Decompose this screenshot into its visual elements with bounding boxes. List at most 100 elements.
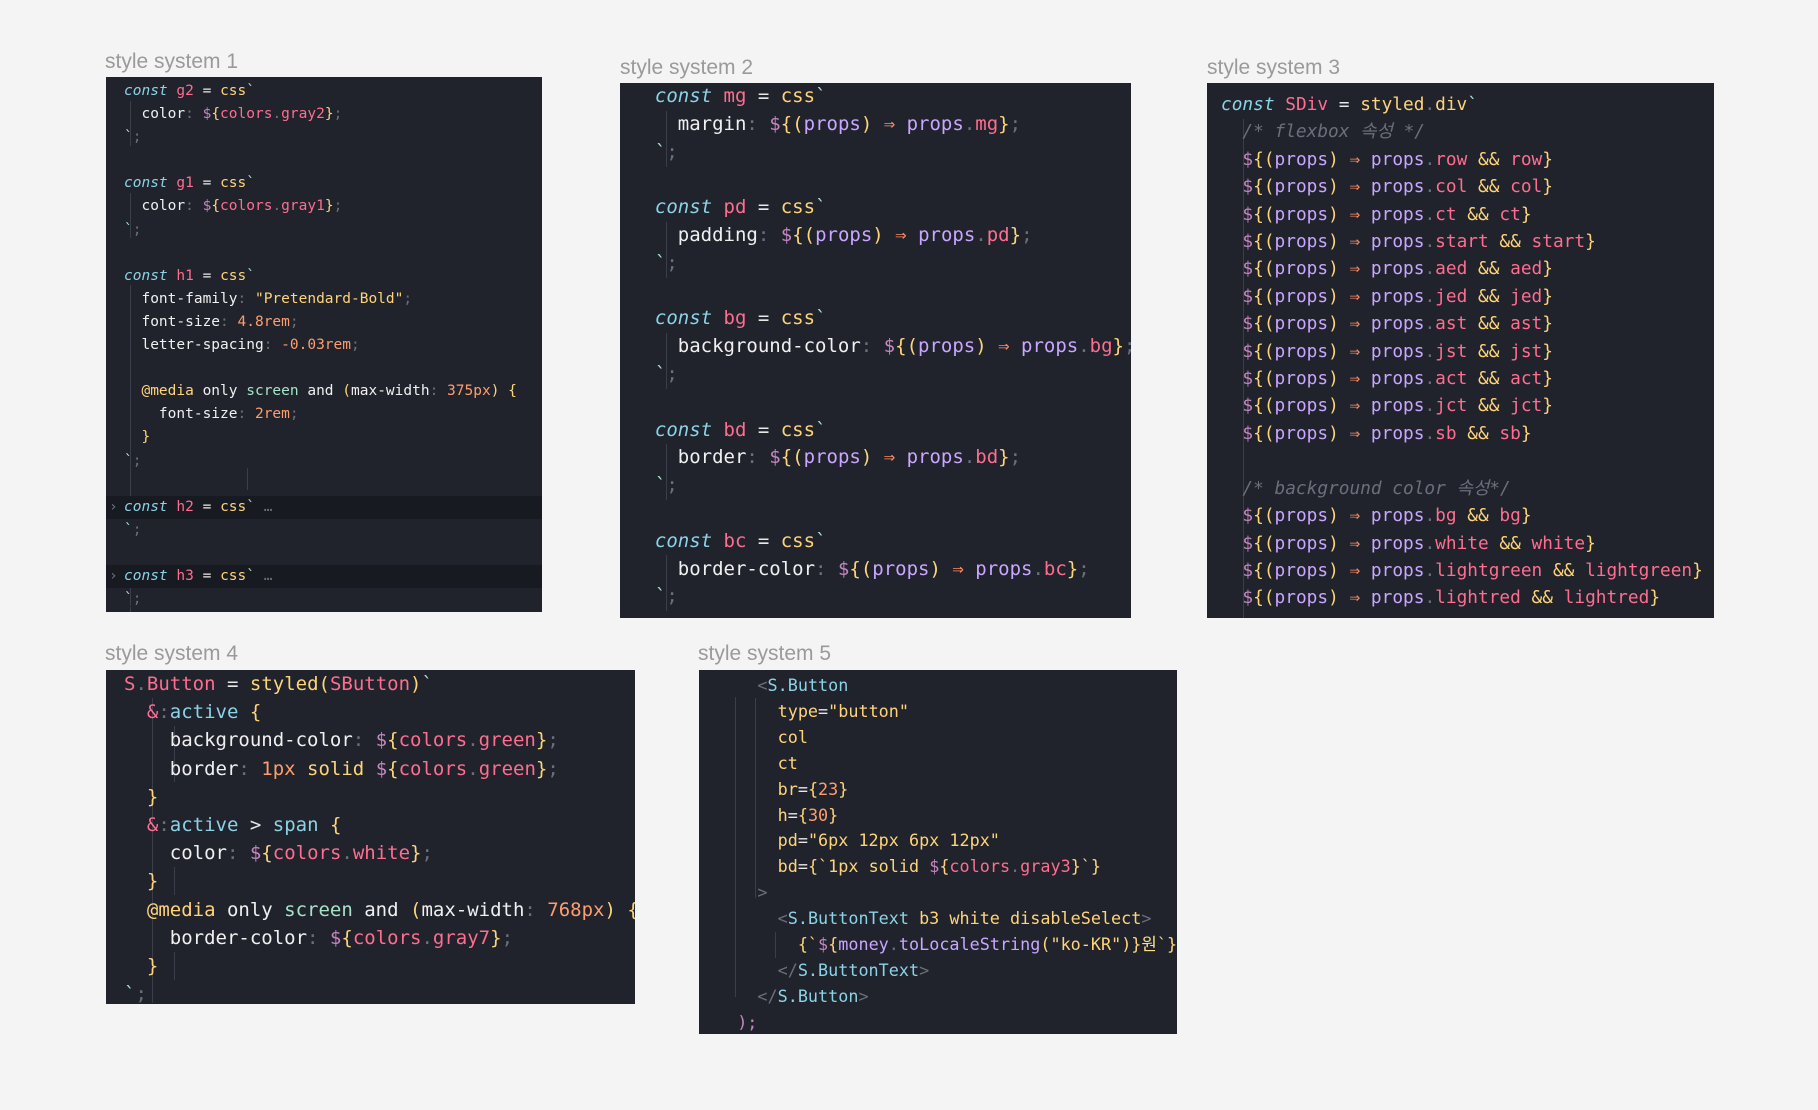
- code-line: letter-spacing: -0.03rem;: [124, 334, 542, 357]
- code-token: …: [255, 567, 273, 584]
- code-token: =: [797, 830, 808, 851]
- code-token: &&: [1456, 505, 1500, 527]
- code-token: (: [410, 898, 422, 921]
- code-token: .: [1424, 587, 1436, 609]
- code-token: colors: [398, 757, 468, 780]
- code-token: const: [124, 498, 177, 515]
- code-token: .: [1010, 856, 1021, 877]
- code-token: ) {: [604, 898, 636, 921]
- code-token: {(: [1253, 505, 1275, 527]
- code-token: props: [1274, 148, 1329, 170]
- code-token: ⇒: [998, 335, 1021, 358]
- code-token: props: [1370, 203, 1425, 225]
- code-token: }: [124, 870, 159, 893]
- code-token: .: [963, 446, 976, 469]
- code-token: }: [1520, 422, 1532, 444]
- code-line: `;: [632, 583, 1131, 611]
- code-token: $: [1221, 313, 1254, 335]
- code-token: S: [124, 673, 136, 695]
- code-token: ): [1328, 176, 1350, 198]
- code-token: .: [272, 198, 282, 215]
- code-token: ): [1328, 587, 1350, 609]
- code-token: 2rem: [254, 406, 290, 423]
- code-token: lightgreen: [1435, 559, 1543, 581]
- code-line: `;: [124, 126, 542, 149]
- code-token: {: [211, 106, 221, 123]
- fold-chevron-icon[interactable]: ›: [109, 565, 118, 588]
- code-token: ): [860, 112, 884, 135]
- code-token: }: [838, 778, 849, 799]
- code-token: `: [246, 83, 255, 99]
- code-token: {`: [807, 856, 829, 877]
- code-token: ;: [132, 129, 142, 146]
- code-token: aed: [1435, 258, 1468, 280]
- code-token: colors: [220, 198, 273, 215]
- code-token: margin: [632, 112, 747, 135]
- code-token: `: [632, 362, 667, 385]
- code-token: $: [249, 842, 262, 865]
- code-token: ): [1328, 340, 1350, 362]
- code-token: ⇒: [1349, 258, 1371, 280]
- code-token: const: [124, 175, 177, 192]
- code-token: $: [1221, 176, 1254, 198]
- code-token: bd: [975, 446, 999, 469]
- code-token: &&: [1488, 532, 1532, 554]
- code-token: &: [124, 701, 159, 724]
- code-token: `}: [1156, 934, 1177, 955]
- code-token: props: [1370, 258, 1425, 280]
- code-line: ${(props) ⇒ props.sb && sb}: [1221, 420, 1714, 447]
- code-token: only: [226, 898, 285, 921]
- code-token: :: [746, 112, 770, 135]
- code-token: h2: [176, 498, 194, 515]
- code-line: border-color: ${colors.gray7};: [124, 924, 635, 952]
- code-token: toLocaleString: [898, 934, 1041, 955]
- code-token: "6px 12px 6px 12px": [807, 830, 1000, 851]
- code-line: › const h2 = css` …: [106, 495, 542, 519]
- code-token: bc: [723, 529, 747, 552]
- code-token: {: [797, 804, 808, 825]
- code-token: }: [1520, 203, 1532, 225]
- code-token: &&: [1467, 285, 1511, 307]
- code-token: :: [524, 898, 548, 921]
- code-token: {(: [1253, 532, 1275, 554]
- code-token: ct: [1435, 203, 1457, 225]
- code-line: &:active > span {: [124, 811, 635, 839]
- fold-chevron-icon[interactable]: ›: [109, 496, 118, 519]
- code-token: ;: [132, 521, 142, 538]
- code-token: {(: [1253, 422, 1275, 444]
- code-token: `: [246, 498, 255, 515]
- code-token: props: [1274, 559, 1329, 581]
- code-token: &&: [1467, 368, 1511, 390]
- code-token: "ko-KR": [1050, 934, 1122, 955]
- code-token: css: [220, 567, 247, 584]
- code-token: ): [1328, 258, 1350, 280]
- code-token: col: [717, 726, 808, 747]
- code-line: );: [717, 1010, 1177, 1034]
- code-token: $: [1221, 340, 1254, 362]
- code-token: =: [746, 418, 781, 441]
- code-panel-style-system-1: const g2 = css` color: ${colors.gray2}; `…: [106, 77, 542, 612]
- code-token: ): [929, 557, 953, 580]
- code-token: props: [1370, 368, 1425, 390]
- code-token: =: [193, 567, 221, 584]
- code-token: &&: [1467, 258, 1511, 280]
- code-line: const mg = css`: [632, 83, 1131, 111]
- code-line: const bd = css`: [632, 417, 1131, 445]
- code-token: props: [1274, 422, 1329, 444]
- code-token: =: [746, 529, 781, 552]
- code-line: ${(props) ⇒ props.jed && jed}: [1221, 283, 1714, 310]
- code-token: start: [1435, 231, 1489, 253]
- code-token: border: [124, 757, 239, 780]
- code-token: ): [1328, 559, 1350, 581]
- code-token: ;: [132, 452, 142, 469]
- code-token: props: [1274, 505, 1329, 527]
- code-token: font-size: [124, 406, 238, 423]
- code-token: }: [410, 842, 422, 865]
- code-token: {(: [1253, 587, 1275, 609]
- code-token: :: [307, 926, 330, 949]
- code-token: jst: [1435, 340, 1468, 362]
- code-token: {: [387, 757, 399, 780]
- code-token: `: [246, 567, 255, 584]
